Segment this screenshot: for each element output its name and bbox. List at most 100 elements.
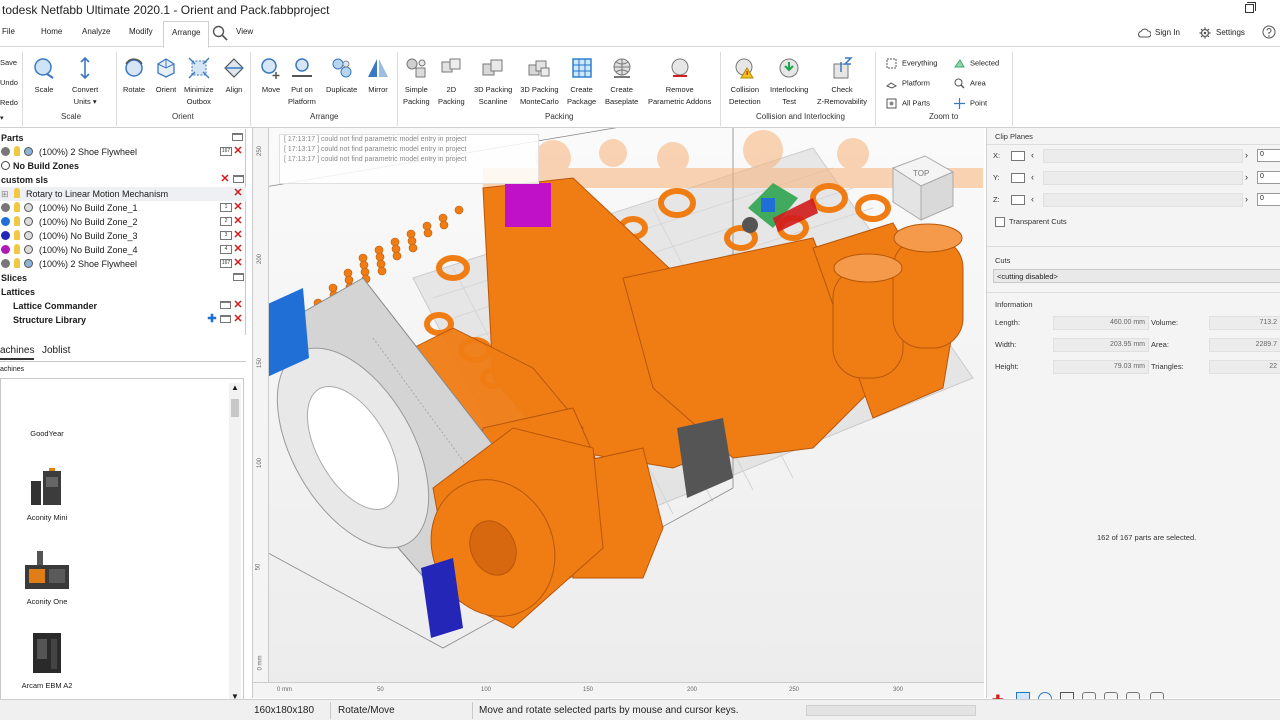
mirror-button[interactable]: Mirror [366, 56, 390, 96]
tab-modify[interactable]: Modify [129, 27, 153, 36]
duplicate-button[interactable]: Duplicate [326, 56, 357, 96]
tree-item-zone-1[interactable]: (100%) No Build Zone_1 1 ✕ [0, 201, 246, 215]
3d-viewport[interactable]: TOP [ 17:13:17 ] could not find parametr… [252, 128, 984, 698]
transparent-cuts-checkbox[interactable] [995, 217, 1005, 227]
zoom-everything-button[interactable]: Everything [886, 58, 937, 69]
tab-home[interactable]: Home [41, 27, 62, 36]
clip-y-right-arrow-icon[interactable]: › [1245, 172, 1248, 182]
redo-button[interactable]: Redo [0, 98, 18, 107]
tab-arrange[interactable]: Arrange [163, 21, 210, 48]
visibility-bulb-icon[interactable] [14, 202, 20, 212]
search-icon[interactable] [212, 25, 228, 43]
collision-detection-button[interactable]: Collision Detection [729, 56, 761, 108]
delete-icon[interactable]: ✕ [233, 258, 243, 269]
scroll-up-icon[interactable]: ▲ [231, 383, 239, 392]
tree-parts-header[interactable]: Parts [0, 131, 246, 145]
delete-icon[interactable]: ✕ [233, 244, 243, 255]
visibility-bulb-icon[interactable] [14, 230, 20, 240]
clip-y-value[interactable]: 0 [1257, 171, 1280, 184]
interlocking-test-button[interactable]: Interlocking Test [770, 56, 808, 108]
convert-units-button[interactable]: Convert Units ▾ [72, 56, 98, 108]
quick-access-dropdown-icon[interactable]: ▾ [0, 114, 4, 122]
tree-item-flywheel[interactable]: (100%) 2 Shoe Flywheel 167 ✕ [0, 145, 246, 159]
visibility-bulb-icon[interactable] [14, 216, 20, 226]
delete-icon[interactable]: ✕ [233, 300, 243, 311]
clip-z-slider[interactable] [1043, 193, 1243, 207]
remove-parametric-addons-button[interactable]: Remove Parametric Addons [648, 56, 711, 108]
tab-machines[interactable]: achines [0, 345, 35, 360]
scale-button[interactable]: Scale [32, 56, 56, 96]
put-on-platform-button[interactable]: Put on Platform [288, 56, 316, 108]
delete-icon[interactable]: ✕ [233, 314, 243, 325]
create-baseplate-button[interactable]: Create Baseplate [605, 56, 638, 108]
tree-item-slices[interactable]: Slices [0, 271, 246, 285]
packing-2d-button[interactable]: 2D Packing [438, 56, 465, 108]
add-icon[interactable]: ✚ [207, 314, 217, 325]
visibility-bulb-icon[interactable] [14, 258, 20, 268]
clip-x-slider[interactable] [1043, 149, 1243, 163]
clip-y-slider[interactable] [1043, 171, 1243, 185]
orient-button[interactable]: Orient [154, 56, 178, 96]
restore-window-button[interactable] [1245, 2, 1256, 13]
tree-item-zone-4[interactable]: (100%) No Build Zone_4 4 ✕ [0, 243, 246, 257]
tree-item-lattices[interactable]: Lattices [0, 285, 246, 299]
minimize-outbox-button[interactable]: Minimize Outbox [184, 56, 214, 108]
visibility-bulb-icon[interactable] [14, 244, 20, 254]
build-scene[interactable]: TOP [253, 128, 984, 698]
folder-icon[interactable] [220, 301, 231, 309]
clip-y-left-arrow-icon[interactable]: ‹ [1031, 172, 1034, 182]
clip-y-toggle[interactable] [1011, 173, 1025, 183]
align-button[interactable]: Align [222, 56, 246, 96]
delete-icon[interactable]: ✕ [233, 230, 243, 241]
check-z-removability-button[interactable]: Check Z-Removability [817, 56, 867, 108]
tab-file[interactable]: File [2, 27, 15, 36]
cuts-dropdown[interactable]: <cutting disabled> [993, 269, 1280, 283]
zoom-point-button[interactable]: Point [954, 98, 987, 109]
undo-button[interactable]: Undo [0, 78, 18, 87]
tree-item-zone-3[interactable]: (100%) No Build Zone_3 3 ✕ [0, 229, 246, 243]
machine-aconity-one[interactable]: Aconity One [1, 549, 93, 606]
folder-icon[interactable] [233, 175, 244, 183]
help-icon[interactable] [1262, 25, 1276, 41]
clip-z-right-arrow-icon[interactable]: › [1245, 194, 1248, 204]
delete-icon[interactable]: ✕ [233, 188, 243, 199]
zoom-all-parts-button[interactable]: All Parts [886, 98, 930, 109]
clip-x-toggle[interactable] [1011, 151, 1025, 161]
tree-item-lattice-commander[interactable]: Lattice Commander ✕ [0, 299, 246, 313]
machine-goodyear[interactable]: GoodYear [1, 429, 93, 438]
simple-packing-button[interactable]: Simple Packing [403, 56, 430, 108]
scrollbar-thumb[interactable] [231, 399, 239, 417]
delete-icon[interactable]: ✕ [233, 216, 243, 227]
folder-icon[interactable] [233, 273, 244, 281]
tree-item-zone-2[interactable]: (100%) No Build Zone_2 2 ✕ [0, 215, 246, 229]
visibility-bulb-icon[interactable] [14, 146, 20, 156]
tree-item-no-build-zones[interactable]: No Build Zones [0, 159, 246, 173]
folder-icon[interactable] [220, 315, 231, 323]
rotate-button[interactable]: Rotate [122, 56, 146, 96]
zoom-platform-button[interactable]: Platform [886, 78, 930, 89]
clip-z-left-arrow-icon[interactable]: ‹ [1031, 194, 1034, 204]
tree-item-flywheel-2[interactable]: (100%) 2 Shoe Flywheel 167 ✕ [0, 257, 246, 271]
clip-x-left-arrow-icon[interactable]: ‹ [1031, 150, 1034, 160]
delete-icon[interactable]: ✕ [233, 146, 243, 157]
clip-x-value[interactable]: 0 [1257, 149, 1280, 162]
tab-view[interactable]: View [236, 27, 253, 36]
clip-z-toggle[interactable] [1011, 195, 1025, 205]
machine-arcam-ebm-a2[interactable]: Arcam EBM A2 [1, 631, 93, 690]
zoom-selected-button[interactable]: Selected [954, 58, 999, 69]
move-button[interactable]: Move [259, 56, 283, 96]
clip-z-value[interactable]: 0 [1257, 193, 1280, 206]
tree-item-custom-sls[interactable]: custom sls ✕ [0, 173, 246, 187]
tree-item-rotary-mechanism[interactable]: ⊞ Rotary to Linear Motion Mechanism ✕ [0, 187, 246, 201]
create-package-button[interactable]: Create Package [567, 56, 596, 108]
packing-3d-scanline-button[interactable]: 3D Packing Scanline [474, 56, 512, 108]
machines-scrollbar[interactable]: ▲ ▼ [229, 383, 241, 701]
tab-joblist[interactable]: Joblist [42, 345, 70, 356]
save-button[interactable]: Save [0, 58, 17, 67]
tree-item-structure-library[interactable]: Structure Library ✚ ✕ [0, 313, 246, 327]
delete-icon[interactable]: ✕ [233, 202, 243, 213]
settings-button[interactable]: Settings [1198, 27, 1245, 39]
folder-icon[interactable] [232, 133, 243, 141]
packing-3d-montecarlo-button[interactable]: 3D Packing MonteCarlo [520, 56, 559, 108]
visibility-bulb-icon[interactable] [14, 188, 20, 198]
